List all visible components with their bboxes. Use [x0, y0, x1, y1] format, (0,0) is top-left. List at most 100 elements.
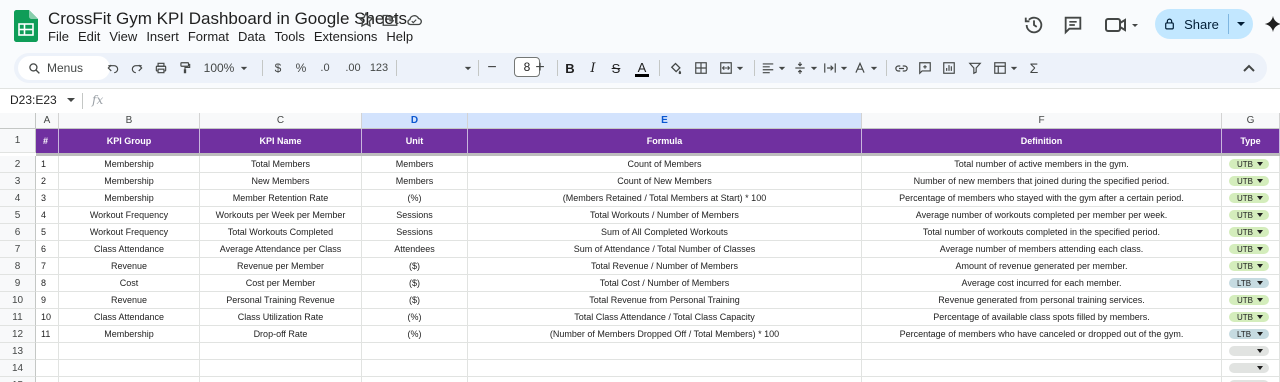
- menu-edit[interactable]: Edit: [78, 29, 100, 45]
- row-header-4[interactable]: 4: [0, 190, 36, 207]
- zoom-select[interactable]: 100%: [200, 53, 252, 83]
- table-cell[interactable]: Total Revenue from Personal Training: [468, 292, 862, 309]
- table-cell[interactable]: UTB: [1222, 156, 1280, 173]
- table-cell[interactable]: Revenue per Member: [200, 258, 362, 275]
- menu-extensions[interactable]: Extensions: [314, 29, 378, 45]
- row-header-9[interactable]: 9: [0, 275, 36, 292]
- table-cell[interactable]: 4: [36, 207, 59, 224]
- table-cell[interactable]: Cost per Member: [200, 275, 362, 292]
- table-cell[interactable]: Member Retention Rate: [200, 190, 362, 207]
- row-header-12[interactable]: 12: [0, 326, 36, 343]
- table-cell[interactable]: Total Revenue / Number of Members: [468, 258, 862, 275]
- decrease-decimal-button[interactable]: .0: [314, 53, 336, 83]
- table-cell[interactable]: Average Attendance per Class: [200, 241, 362, 258]
- table-cell[interactable]: UTB: [1222, 241, 1280, 258]
- collapse-toolbar-icon[interactable]: [1236, 53, 1262, 83]
- table-cell[interactable]: Amount of revenue generated per member.: [862, 258, 1222, 275]
- type-dropdown-chip[interactable]: UTB: [1229, 176, 1269, 186]
- table-cell[interactable]: 7: [36, 258, 59, 275]
- row-header-8[interactable]: 8: [0, 258, 36, 275]
- table-header-cell[interactable]: Definition: [862, 129, 1222, 153]
- table-cell[interactable]: [59, 343, 200, 360]
- gemini-sparkle-icon[interactable]: [1264, 14, 1280, 34]
- increase-font-size-button[interactable]: +: [530, 53, 550, 83]
- table-cell[interactable]: Percentage of members who stayed with th…: [862, 190, 1222, 207]
- menu-tools[interactable]: Tools: [274, 29, 304, 45]
- table-cell[interactable]: Total number of active members in the gy…: [862, 156, 1222, 173]
- table-cell[interactable]: ($): [362, 292, 468, 309]
- fill-color-icon[interactable]: [664, 53, 686, 83]
- table-cell[interactable]: 6: [36, 241, 59, 258]
- table-cell[interactable]: [468, 343, 862, 360]
- row-header-10[interactable]: 10: [0, 292, 36, 309]
- font-family-select[interactable]: [402, 53, 472, 83]
- table-cell[interactable]: (%): [362, 309, 468, 326]
- column-header-b[interactable]: B: [59, 113, 200, 129]
- bold-icon[interactable]: B: [560, 53, 580, 83]
- table-header-cell[interactable]: KPI Name: [200, 129, 362, 153]
- table-cell[interactable]: Membership: [59, 190, 200, 207]
- table-cell[interactable]: Count of New Members: [468, 173, 862, 190]
- table-cell[interactable]: 2: [36, 173, 59, 190]
- column-header-a[interactable]: A: [36, 113, 59, 129]
- table-cell[interactable]: UTB: [1222, 207, 1280, 224]
- empty-dropdown-chip[interactable]: [1229, 346, 1269, 356]
- move-folder-icon[interactable]: [381, 11, 399, 29]
- table-cell[interactable]: Average number of members attending each…: [862, 241, 1222, 258]
- type-dropdown-chip[interactable]: LTB: [1229, 278, 1269, 288]
- row-header-3[interactable]: 3: [0, 173, 36, 190]
- row-header-15[interactable]: 15: [0, 377, 36, 382]
- table-cell[interactable]: ($): [362, 258, 468, 275]
- redo-icon[interactable]: [126, 53, 148, 83]
- table-cell[interactable]: UTB: [1222, 190, 1280, 207]
- row-header-6[interactable]: 6: [0, 224, 36, 241]
- share-main-button[interactable]: Share: [1155, 9, 1227, 39]
- table-header-cell[interactable]: KPI Group: [59, 129, 200, 153]
- table-cell[interactable]: Average cost incurred for each member.: [862, 275, 1222, 292]
- table-cell[interactable]: Total Cost / Number of Members: [468, 275, 862, 292]
- search-menus-input[interactable]: Menus: [18, 56, 110, 80]
- table-cell[interactable]: Average number of workouts completed per…: [862, 207, 1222, 224]
- table-cell[interactable]: 1: [36, 156, 59, 173]
- filter-views-icon[interactable]: [988, 53, 1022, 83]
- row-header-11[interactable]: 11: [0, 309, 36, 326]
- horizontal-align-icon[interactable]: [758, 53, 788, 83]
- table-cell[interactable]: Membership: [59, 156, 200, 173]
- table-cell[interactable]: (%): [362, 326, 468, 343]
- table-cell[interactable]: Count of Members: [468, 156, 862, 173]
- share-button[interactable]: Share: [1155, 9, 1253, 39]
- type-dropdown-chip[interactable]: UTB: [1229, 295, 1269, 305]
- type-dropdown-chip[interactable]: UTB: [1229, 227, 1269, 237]
- star-icon[interactable]: [357, 11, 375, 29]
- table-cell[interactable]: UTB: [1222, 224, 1280, 241]
- table-cell[interactable]: [1222, 377, 1280, 382]
- text-rotation-icon[interactable]: [850, 53, 880, 83]
- italic-icon[interactable]: I: [583, 53, 603, 83]
- menu-insert[interactable]: Insert: [146, 29, 179, 45]
- column-header-c[interactable]: C: [200, 113, 362, 129]
- text-wrapping-icon[interactable]: [820, 53, 850, 83]
- table-cell[interactable]: 5: [36, 224, 59, 241]
- table-cell[interactable]: Total Members: [200, 156, 362, 173]
- type-dropdown-chip[interactable]: LTB: [1229, 329, 1269, 339]
- table-cell[interactable]: UTB: [1222, 258, 1280, 275]
- version-history-icon[interactable]: [1023, 14, 1045, 36]
- table-cell[interactable]: (Members Retained / Total Members at Sta…: [468, 190, 862, 207]
- table-cell[interactable]: UTB: [1222, 309, 1280, 326]
- table-cell[interactable]: UTB: [1222, 292, 1280, 309]
- select-all-corner[interactable]: [0, 113, 36, 129]
- menu-format[interactable]: Format: [188, 29, 229, 45]
- table-cell[interactable]: [362, 377, 468, 382]
- print-icon[interactable]: [150, 53, 172, 83]
- table-cell[interactable]: [200, 377, 362, 382]
- table-cell[interactable]: Drop-off Rate: [200, 326, 362, 343]
- table-cell[interactable]: [36, 377, 59, 382]
- type-dropdown-chip[interactable]: UTB: [1229, 193, 1269, 203]
- table-cell[interactable]: Total Workouts / Number of Members: [468, 207, 862, 224]
- empty-dropdown-chip[interactable]: [1229, 363, 1269, 373]
- table-cell[interactable]: (%): [362, 190, 468, 207]
- table-cell[interactable]: Membership: [59, 173, 200, 190]
- vertical-align-icon[interactable]: [790, 53, 820, 83]
- table-cell[interactable]: [59, 377, 200, 382]
- row-header-14[interactable]: 14: [0, 360, 36, 377]
